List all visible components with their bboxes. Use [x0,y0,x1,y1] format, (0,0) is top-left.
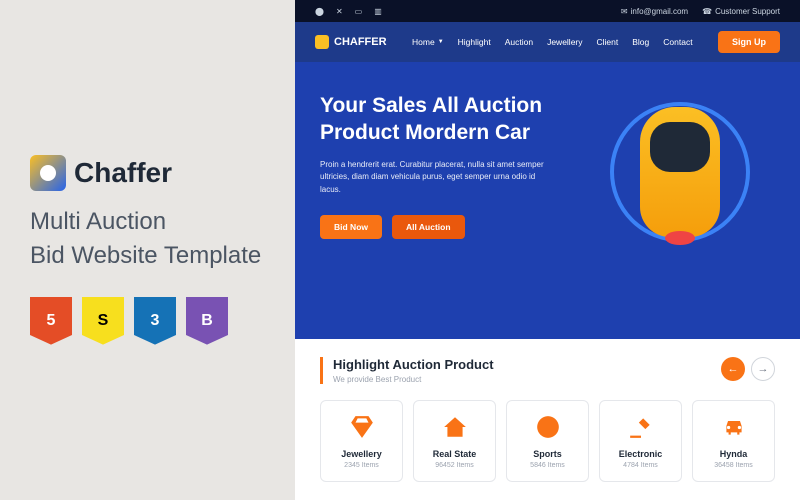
nav-contact[interactable]: Contact [663,37,692,47]
card-realstate[interactable]: Real State 96452 Items [413,400,496,482]
carousel-next-button[interactable]: → [751,357,775,381]
card-hynda[interactable]: Hynda 36458 Items [692,400,775,482]
card-title: Hynda [701,449,766,459]
twitter-icon[interactable]: ✕ [336,7,343,16]
card-title: Sports [515,449,580,459]
highlight-subtitle: We provide Best Product [333,375,494,384]
hero-title: Your Sales All Auction Product Mordern C… [320,92,548,147]
diamond-icon [348,413,376,441]
card-jewellery[interactable]: Jewellery 2345 Items [320,400,403,482]
house-icon [441,413,469,441]
chaffer-logo-icon [30,155,66,191]
promo-logo: Chaffer [30,155,265,191]
hero-section: Your Sales All Auction Product Mordern C… [295,62,800,339]
html5-badge-icon: 5 [30,297,72,345]
category-cards: Jewellery 2345 Items Real State 96452 It… [320,400,775,482]
promo-panel: Chaffer Multi Auction Bid Website Templa… [0,0,295,500]
card-title: Electronic [608,449,673,459]
nav-auction[interactable]: Auction [505,37,533,47]
nav-logo-icon [315,35,329,49]
highlight-title: Highlight Auction Product [333,357,494,372]
card-count: 2345 Items [329,462,394,469]
highlight-section: Highlight Auction Product We provide Bes… [295,339,800,500]
card-title: Jewellery [329,449,394,459]
website-preview: ⬤ ✕ ▭ ▥ ✉info@gmail.com ☎Customer Suppor… [295,0,800,500]
card-count: 5846 Items [515,462,580,469]
nav-links: Home▼ Highlight Auction Jewellery Client… [412,37,693,47]
chevron-down-icon: ▼ [438,39,444,45]
signup-button[interactable]: Sign Up [718,31,780,53]
nav-blog[interactable]: Blog [632,37,649,47]
ball-icon [534,413,562,441]
topbar: ⬤ ✕ ▭ ▥ ✉info@gmail.com ☎Customer Suppor… [295,0,800,22]
car-icon [720,413,748,441]
card-electronic[interactable]: Electronic 4784 Items [599,400,682,482]
hero-car-image [590,82,770,262]
topbar-email[interactable]: ✉info@gmail.com [621,7,688,16]
tech-badges: 5 S 3 B [30,297,265,345]
gavel-icon [627,413,655,441]
linkedin-icon[interactable]: ▥ [374,7,382,16]
bootstrap-badge-icon: B [186,297,228,345]
topbar-support[interactable]: ☎Customer Support [702,7,780,16]
js-badge-icon: S [82,297,124,345]
facebook-icon[interactable]: ⬤ [315,7,324,16]
email-icon[interactable]: ▭ [355,7,363,16]
card-count: 4784 Items [608,462,673,469]
nav-jewellery[interactable]: Jewellery [547,37,582,47]
promo-title: Multi Auction Bid Website Template [30,205,265,272]
card-sports[interactable]: Sports 5846 Items [506,400,589,482]
all-auction-button[interactable]: All Auction [392,215,465,239]
nav-logo[interactable]: CHAFFER [315,35,387,49]
nav-client[interactable]: Client [597,37,619,47]
hero-description: Proin a hendrerit erat. Curabitur placer… [320,159,548,197]
nav-highlight[interactable]: Highlight [458,37,491,47]
css3-badge-icon: 3 [134,297,176,345]
bid-now-button[interactable]: Bid Now [320,215,382,239]
promo-brand: Chaffer [74,157,172,189]
social-icons: ⬤ ✕ ▭ ▥ [315,7,382,16]
carousel-prev-button[interactable]: ← [721,357,745,381]
card-count: 96452 Items [422,462,487,469]
card-count: 36458 Items [701,462,766,469]
card-title: Real State [422,449,487,459]
nav-home[interactable]: Home▼ [412,37,444,47]
navbar: CHAFFER Home▼ Highlight Auction Jeweller… [295,22,800,62]
